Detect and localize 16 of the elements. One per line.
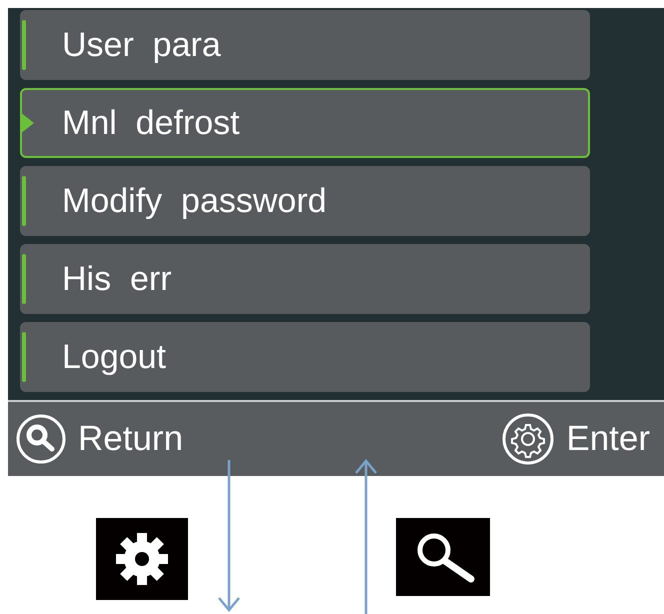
gear-key-icon — [96, 518, 188, 600]
magnifier-key-icon — [396, 518, 490, 596]
enter-label: Enter — [566, 419, 650, 459]
accent-bar — [22, 20, 26, 70]
accent-bar — [22, 176, 26, 226]
menu-item[interactable]: His err — [20, 244, 590, 314]
menu-item[interactable]: Mnl defrost — [20, 88, 590, 158]
menu-item[interactable]: User para — [20, 10, 590, 80]
search-icon — [16, 414, 66, 464]
accent-bar — [22, 332, 26, 382]
return-label: Return — [78, 419, 184, 459]
menu-item[interactable]: Modify password — [20, 166, 590, 236]
pointer-icon — [20, 112, 34, 134]
accent-bar — [22, 254, 26, 304]
settings-icon — [502, 413, 554, 465]
menu-item[interactable]: Logout — [20, 322, 590, 392]
